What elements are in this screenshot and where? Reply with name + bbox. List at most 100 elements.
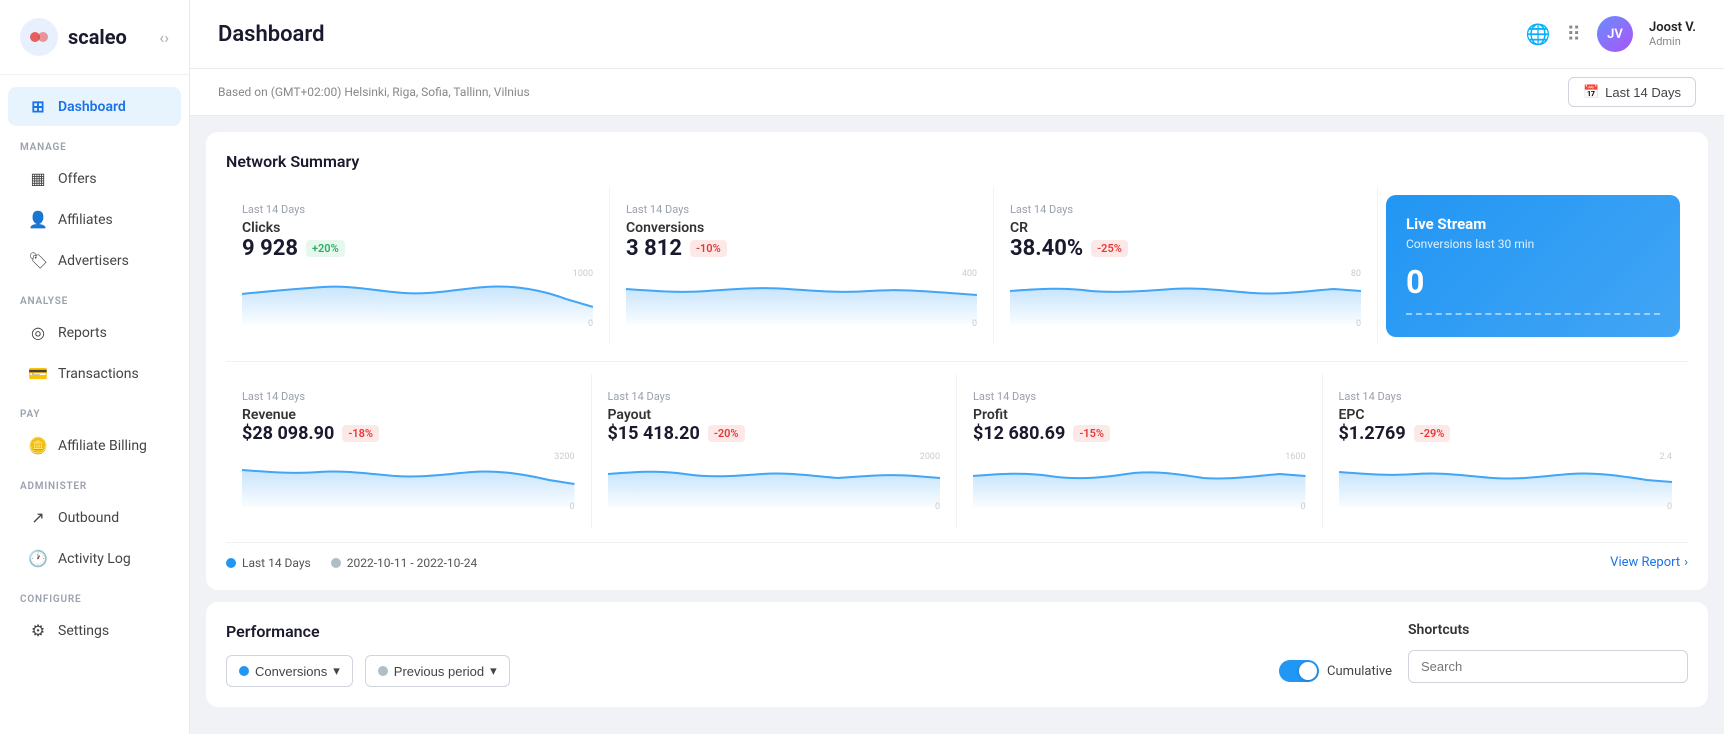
payout-sparkline: 2000 0 [608,452,941,512]
conversions-chevron-icon: ▾ [333,663,340,679]
conversions-min: 0 [972,319,977,329]
conversions-dropdown[interactable]: Conversions ▾ [226,655,353,687]
grid-icon[interactable]: ⠿ [1566,22,1581,46]
payout-value: $15 418.20 [608,423,700,444]
revenue-badge: -18% [342,425,379,442]
legend-dot-current [226,558,236,568]
epc-max: 2.4 [1660,452,1673,462]
sidebar-item-dashboard[interactable]: ⊞ Dashboard [8,87,181,126]
previous-period-dot [378,666,388,676]
conversions-dot [239,666,249,676]
clicks-value: 9 928 [242,236,298,261]
previous-period-dropdown[interactable]: Previous period ▾ [365,655,510,687]
sidebar-item-outbound[interactable]: ↗ Outbound [8,498,181,537]
profit-value: $12 680.69 [973,423,1065,444]
profit-max: 1600 [1285,452,1305,462]
legend-current: Last 14 Days [226,556,311,570]
conversions-value-row: 3 812 -10% [626,236,977,261]
revenue-max: 3200 [554,452,574,462]
pay-label: PAY [0,395,189,424]
conversions-dropdown-label: Conversions [255,664,327,679]
sidebar-item-activity-log[interactable]: 🕐 Activity Log [8,539,181,578]
sidebar-item-settings[interactable]: ⚙ Settings [8,611,181,650]
chevron-right-icon: › [1684,555,1688,570]
sidebar-collapse-icon[interactable]: ‹› [159,28,169,47]
manage-label: MANAGE [0,128,189,157]
settings-icon: ⚙ [28,621,48,640]
clicks-badge: +20% [306,240,345,257]
performance-section: Performance Conversions ▾ Previous perio… [206,602,1708,707]
sidebar-nav: ⊞ Dashboard MANAGE ▦ Offers 👤 Affiliates… [0,75,189,734]
content-area: Based on (GMT+02:00) Helsinki, Riga, Sof… [190,69,1724,734]
revenue-period: Last 14 Days [242,390,575,403]
calendar-icon: 📅 [1583,84,1599,100]
metric-conversions: Last 14 Days Conversions 3 812 -10% 400 [610,187,994,345]
date-range-button[interactable]: 📅 Last 14 Days [1568,77,1696,107]
clicks-max: 1000 [573,269,593,279]
user-role: Admin [1649,35,1696,48]
logo-icon [20,18,58,56]
conversions-period: Last 14 Days [626,203,977,216]
administer-label: ADMINISTER [0,467,189,496]
epc-value: $1.2769 [1339,423,1406,444]
outbound-icon: ↗ [28,508,48,527]
globe-icon[interactable]: 🌐 [1525,22,1550,46]
reports-icon: ◎ [28,323,48,342]
cr-max: 80 [1351,269,1361,279]
advertisers-icon: 🏷 [28,251,48,270]
sidebar-item-advertisers[interactable]: 🏷 Advertisers [8,241,181,280]
cumulative-toggle[interactable] [1279,660,1319,682]
legend-current-label: Last 14 Days [242,556,311,570]
sidebar-item-offers-label: Offers [58,171,97,187]
header-icons: 🌐 ⠿ JV Joost V. Admin [1525,16,1696,52]
affiliates-icon: 👤 [28,210,48,229]
payout-value-row: $15 418.20 -20% [608,423,941,444]
epc-period: Last 14 Days [1339,390,1673,403]
shortcuts-panel: Shortcuts [1408,622,1688,687]
offers-icon: ▦ [28,169,48,188]
main-content: Dashboard 🌐 ⠿ JV Joost V. Admin Based on… [190,0,1724,734]
payout-max: 2000 [920,452,940,462]
sidebar-item-settings-label: Settings [58,623,109,639]
conversions-badge: -10% [690,240,727,257]
sidebar-item-affiliate-billing-label: Affiliate Billing [58,438,147,454]
metric-cr: Last 14 Days CR 38.40% -25% 80 0 [994,187,1378,345]
sidebar-item-affiliate-billing[interactable]: 🪙 Affiliate Billing [8,426,181,465]
clicks-min: 0 [588,319,593,329]
network-summary-title: Network Summary [226,152,1688,171]
performance-controls: Conversions ▾ Previous period ▾ Cumulati… [226,655,1392,687]
sidebar-item-affiliates-label: Affiliates [58,212,113,228]
header: Dashboard 🌐 ⠿ JV Joost V. Admin [190,0,1724,69]
view-report-link[interactable]: View Report › [1610,555,1688,570]
sidebar-item-advertisers-label: Advertisers [58,253,129,269]
sidebar-item-transactions[interactable]: 💳 Transactions [8,354,181,393]
cr-badge: -25% [1091,240,1128,257]
sidebar-item-affiliates[interactable]: 👤 Affiliates [8,200,181,239]
epc-sparkline: 2.4 0 [1339,452,1673,512]
toggle-knob [1299,662,1317,680]
epc-value-row: $1.2769 -29% [1339,423,1673,444]
sidebar-item-dashboard-label: Dashboard [58,99,126,115]
profit-period: Last 14 Days [973,390,1306,403]
avatar[interactable]: JV [1597,16,1633,52]
cr-period: Last 14 Days [1010,203,1361,216]
clicks-period: Last 14 Days [242,203,593,216]
profit-badge: -15% [1073,425,1110,442]
sidebar-item-offers[interactable]: ▦ Offers [8,159,181,198]
cr-sparkline: 80 0 [1010,269,1361,329]
cr-min: 0 [1356,319,1361,329]
configure-label: CONFIGURE [0,580,189,609]
cumulative-label: Cumulative [1327,664,1392,679]
page-title: Dashboard [218,22,1525,47]
shortcuts-title: Shortcuts [1408,622,1688,638]
epc-label: EPC [1339,407,1673,423]
sidebar: scaleo ‹› ⊞ Dashboard MANAGE ▦ Offers 👤 … [0,0,190,734]
shortcuts-search-input[interactable] [1408,650,1688,683]
legend-dot-previous [331,558,341,568]
sidebar-logo: scaleo ‹› [0,0,189,75]
sidebar-item-reports[interactable]: ◎ Reports [8,313,181,352]
chart-legend: Last 14 Days 2022-10-11 - 2022-10-24 Vie… [226,542,1688,570]
revenue-min: 0 [569,502,574,512]
sidebar-item-outbound-label: Outbound [58,510,119,526]
profit-sparkline: 1600 0 [973,452,1306,512]
